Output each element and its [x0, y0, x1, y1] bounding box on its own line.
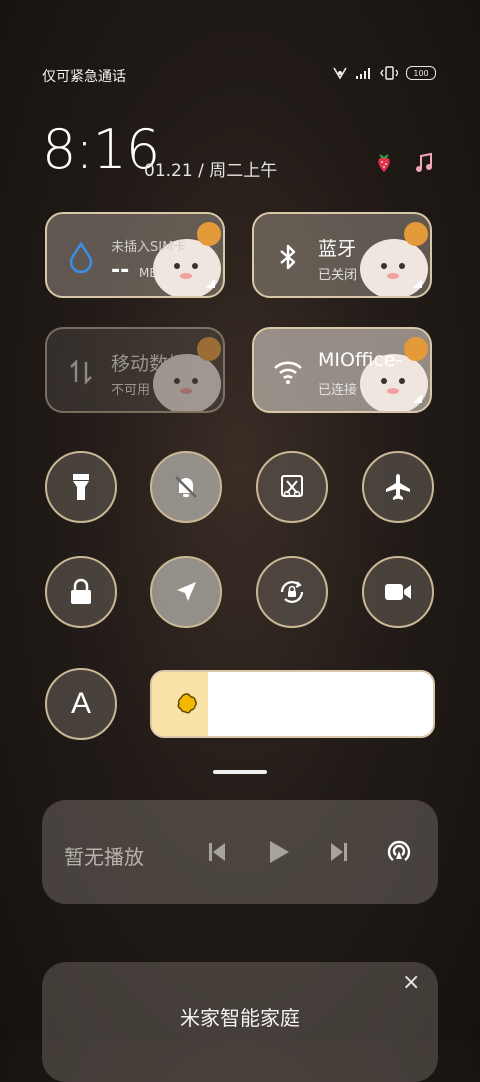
- expand-corner-icon: [413, 394, 422, 403]
- mute-toggle[interactable]: [150, 451, 222, 523]
- carrier-status-text: 仅可紧急通话: [42, 69, 126, 85]
- mobile-data-tile[interactable]: 移动数据 不可用: [45, 327, 225, 413]
- water-drop-icon: [69, 241, 93, 273]
- flashlight-toggle[interactable]: [45, 451, 117, 523]
- cast-icon[interactable]: [384, 837, 414, 867]
- expand-corner-icon: [413, 279, 422, 288]
- expand-corner-icon: [206, 279, 215, 288]
- data-usage-tile[interactable]: 未插入SIM卡 -- MB: [45, 212, 225, 298]
- music-note-icon[interactable]: [414, 152, 434, 174]
- wifi-icon: [274, 361, 302, 384]
- drag-handle[interactable]: [213, 770, 267, 774]
- vibrate-icon: [380, 66, 398, 80]
- previous-icon[interactable]: [206, 840, 228, 864]
- battery-icon: 100: [406, 66, 436, 80]
- mute-bell-icon: [175, 476, 197, 498]
- close-icon[interactable]: ×: [402, 970, 420, 995]
- bluetooth-icon: [280, 244, 296, 270]
- bluetooth-title: 蓝牙: [318, 238, 357, 260]
- data-arrows-icon: [70, 359, 92, 385]
- sun-icon: [177, 693, 197, 714]
- mobile-data-status: 不可用: [111, 383, 151, 398]
- strawberry-icon[interactable]: [374, 152, 394, 174]
- airplane-icon: [386, 474, 410, 500]
- clock-time: 8:16: [42, 118, 160, 181]
- signal-icon: [356, 68, 370, 79]
- mobile-data-title: 移动数据: [111, 353, 188, 375]
- airplane-toggle[interactable]: [362, 451, 434, 523]
- lock-screen-toggle[interactable]: [45, 556, 117, 628]
- auto-brightness-button[interactable]: A: [45, 668, 117, 740]
- play-icon[interactable]: [266, 838, 292, 866]
- auto-brightness-label: A: [70, 687, 91, 720]
- data-usage-title: 未插入SIM卡: [111, 240, 187, 255]
- clock-date: 01.21 / 周二上午: [144, 161, 278, 181]
- status-icons: 100: [332, 66, 436, 80]
- screenshot-icon: [281, 475, 303, 498]
- wifi-status: 已连接: [318, 383, 358, 398]
- rotation-lock-icon: [280, 581, 304, 603]
- top-shortcut-icons: [374, 152, 434, 174]
- wifi-title: MIOffice-: [318, 349, 403, 371]
- data-usage-value: --: [111, 258, 130, 283]
- bluetooth-status: 已关闭: [318, 268, 358, 283]
- bluetooth-tile[interactable]: 蓝牙 已关闭: [252, 212, 432, 298]
- nfc-icon: [333, 67, 347, 80]
- next-icon[interactable]: [328, 840, 350, 864]
- smart-home-title: 米家智能家庭: [180, 1006, 300, 1030]
- screen-record-toggle[interactable]: [362, 556, 434, 628]
- wifi-tile[interactable]: MIOffice- 已连接: [252, 327, 432, 413]
- video-camera-icon: [385, 584, 411, 600]
- media-status-text: 暂无播放: [64, 845, 144, 869]
- rotation-lock-toggle[interactable]: [256, 556, 328, 628]
- lock-icon: [71, 578, 91, 604]
- screenshot-toggle[interactable]: [256, 451, 328, 523]
- flashlight-icon: [73, 474, 89, 500]
- data-usage-unit: MB: [139, 266, 158, 280]
- brightness-slider[interactable]: [150, 670, 435, 738]
- location-toggle[interactable]: [150, 556, 222, 628]
- location-icon: [177, 582, 196, 601]
